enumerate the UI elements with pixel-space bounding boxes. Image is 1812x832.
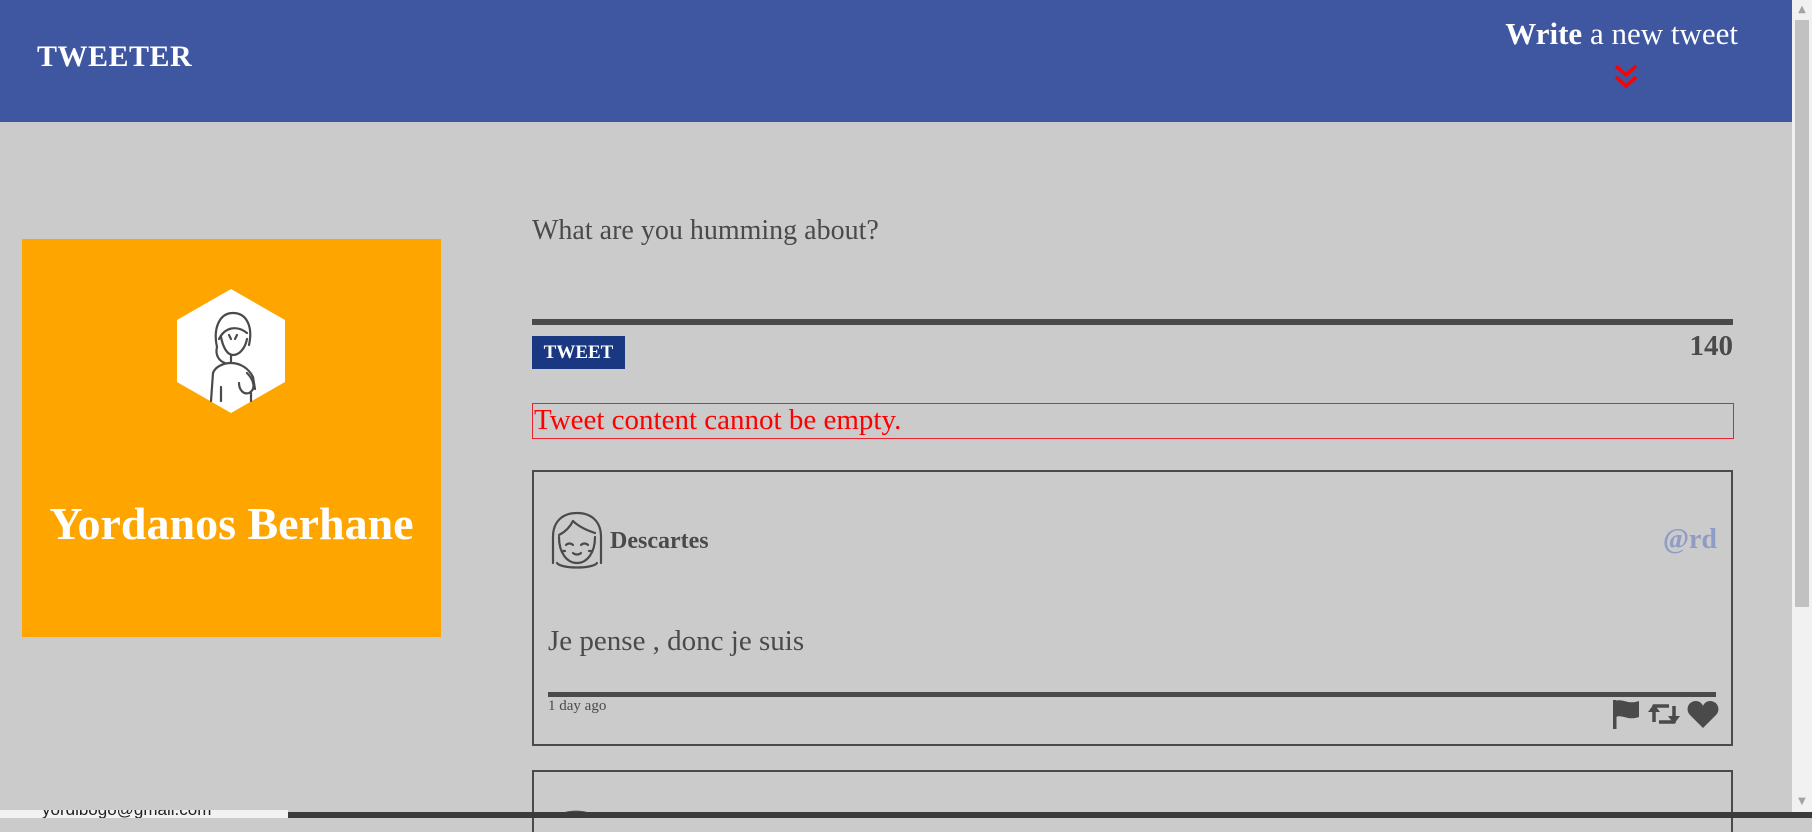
tweet-author-avatar-icon bbox=[551, 511, 603, 569]
double-chevron-down-icon[interactable] bbox=[1614, 62, 1638, 92]
profile-name: Yordanos Berhane bbox=[49, 498, 414, 549]
navbar: TWEETER Write a new tweet bbox=[0, 0, 1792, 122]
compose-toggle-text: a new tweet bbox=[1582, 16, 1738, 51]
tweet-content: Je pense , donc je suis bbox=[548, 625, 805, 657]
error-message: Tweet content cannot be empty. bbox=[532, 403, 1734, 439]
character-counter: 140 bbox=[1689, 330, 1734, 362]
tweet-compose-input[interactable] bbox=[532, 205, 1733, 325]
tweet-timestamp: 1 day ago bbox=[548, 698, 607, 714]
bottom-tab[interactable]: yordibogo@gmail.com bbox=[0, 810, 288, 818]
compose-toggle-bold: Write bbox=[1505, 16, 1583, 51]
scrollbar-thumb[interactable] bbox=[1795, 20, 1809, 607]
flag-icon[interactable] bbox=[1611, 698, 1641, 735]
tweet-handle[interactable]: @rd bbox=[1663, 524, 1717, 556]
scroll-up-arrow-icon[interactable]: ▲ bbox=[1792, 0, 1812, 20]
tweet-card: Descartes @rd Je pense , donc je suis 1 … bbox=[532, 470, 1733, 746]
tweet-actions bbox=[1611, 698, 1719, 735]
bottom-tab-text: yordibogo@gmail.com bbox=[42, 810, 211, 818]
tweet-submit-button[interactable]: TWEET bbox=[532, 336, 625, 369]
profile-card: Yordanos Berhane bbox=[22, 239, 441, 637]
heart-icon[interactable] bbox=[1687, 699, 1719, 734]
brand-logo[interactable]: TWEETER bbox=[37, 40, 192, 74]
tweet-author[interactable]: Descartes bbox=[610, 528, 709, 555]
tweet-card bbox=[532, 770, 1733, 832]
write-new-tweet-toggle[interactable]: Write a new tweet bbox=[1505, 16, 1738, 52]
vertical-scrollbar[interactable]: ▲ ▼ bbox=[1792, 0, 1812, 812]
tweet-divider bbox=[548, 692, 1716, 697]
scroll-down-arrow-icon[interactable]: ▼ bbox=[1792, 792, 1812, 812]
retweet-icon[interactable] bbox=[1647, 700, 1681, 733]
user-avatar-icon bbox=[177, 289, 285, 413]
